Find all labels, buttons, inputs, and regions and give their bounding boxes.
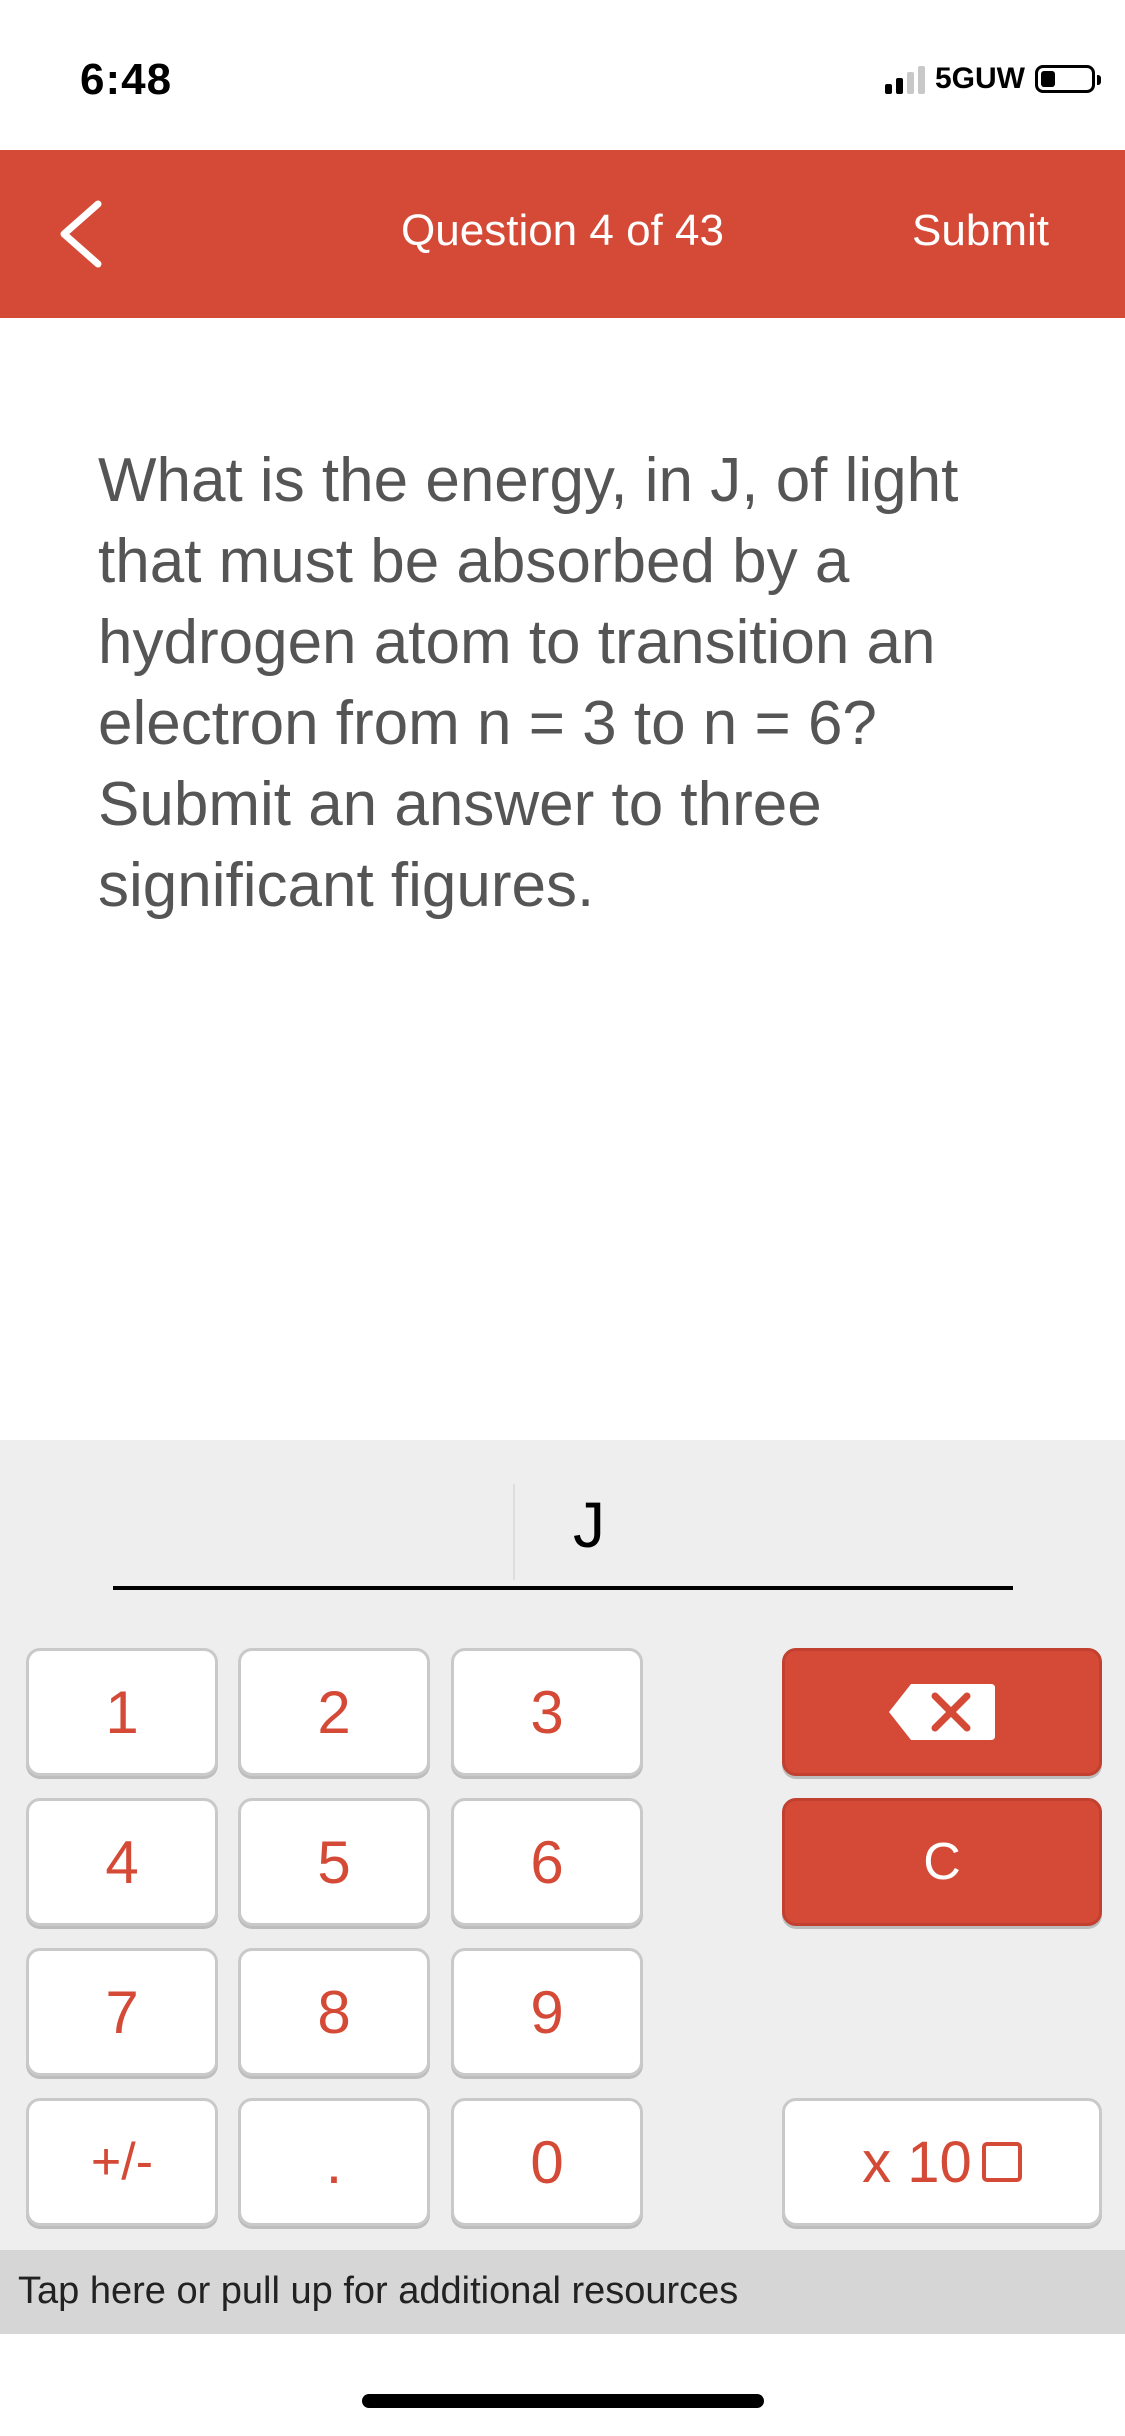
clear-label: C xyxy=(923,1833,961,1891)
key-6[interactable]: 6 xyxy=(451,1798,643,1926)
key-7[interactable]: 7 xyxy=(26,1948,218,2076)
decimal-key[interactable]: . xyxy=(238,2098,430,2226)
key-2[interactable]: 2 xyxy=(238,1648,430,1776)
answer-underline xyxy=(113,1586,1013,1590)
status-bar: 6:48 5GUW xyxy=(0,0,1125,150)
key-8[interactable]: 8 xyxy=(238,1948,430,2076)
clear-button[interactable]: C xyxy=(782,1798,1102,1926)
resources-label: Tap here or pull up for additional resou… xyxy=(18,2270,739,2312)
exponent-box-icon xyxy=(981,2142,1022,2182)
status-time: 6:48 xyxy=(80,55,173,104)
question-header: Question 4 of 43 Submit xyxy=(0,150,1125,318)
backspace-icon xyxy=(889,1684,995,1740)
key-3[interactable]: 3 xyxy=(451,1648,643,1776)
x10-button[interactable]: x 10 xyxy=(782,2098,1102,2226)
signal-icon xyxy=(885,64,925,94)
x10-label-group: x 10 xyxy=(862,2129,1022,2196)
key-1[interactable]: 1 xyxy=(26,1648,218,1776)
home-indicator[interactable] xyxy=(362,2394,764,2408)
answer-unit: J xyxy=(573,1489,605,1561)
sign-toggle-key[interactable]: +/- xyxy=(26,2098,218,2226)
question-text: What is the energy, in J, of light that … xyxy=(98,446,959,920)
question-counter: Question 4 of 43 xyxy=(401,206,724,255)
key-9[interactable]: 9 xyxy=(451,1948,643,2076)
submit-button[interactable]: Submit xyxy=(912,206,1049,256)
battery-icon xyxy=(1035,65,1101,93)
x10-label: x 10 xyxy=(862,2129,972,2195)
status-indicators: 5GUW xyxy=(885,62,1101,96)
key-0[interactable]: 0 xyxy=(451,2098,643,2226)
backspace-button[interactable] xyxy=(782,1648,1102,1776)
answer-input[interactable] xyxy=(513,1484,515,1580)
resources-bar[interactable]: Tap here or pull up for additional resou… xyxy=(0,2250,1125,2334)
network-type: 5GUW xyxy=(935,62,1025,95)
key-4[interactable]: 4 xyxy=(26,1798,218,1926)
answer-panel: J 1 2 3 4 5 6 C 7 8 9 +/- . 0 x 10 xyxy=(0,1440,1125,2254)
key-5[interactable]: 5 xyxy=(238,1798,430,1926)
